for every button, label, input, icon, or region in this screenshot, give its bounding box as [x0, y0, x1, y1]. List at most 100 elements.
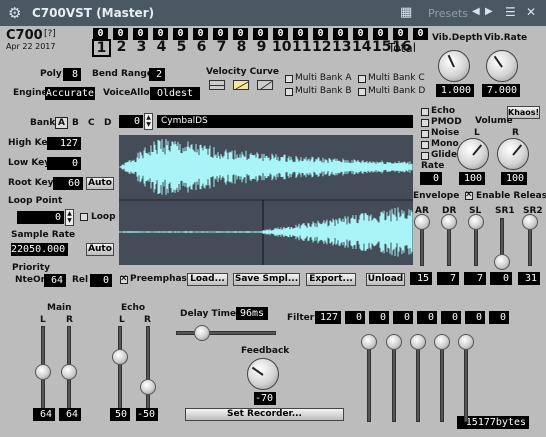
channel-button-12[interactable]: 12 [312, 39, 331, 55]
filter-coef-1-value[interactable]: 127 [315, 311, 341, 324]
sample-rate-auto-button[interactable]: Auto [86, 243, 114, 256]
bank-d-option[interactable]: D [104, 118, 111, 128]
multi-bank-d-checkbox[interactable] [358, 88, 366, 96]
sample-rate-value[interactable]: 22050.000 [11, 243, 69, 256]
filter-coef-6-value[interactable]: 0 [441, 311, 461, 324]
engine-select[interactable]: Accurate [45, 87, 95, 100]
vib-depth-value[interactable]: 1.000 [436, 84, 474, 97]
vib-rate-value[interactable]: 7.000 [482, 84, 520, 97]
channel-button-8[interactable]: 8 [232, 39, 251, 55]
bank-a-option[interactable]: A [55, 117, 68, 129]
menu-icon[interactable]: ☰ [505, 5, 516, 19]
envelope-dr-slider[interactable] [441, 214, 457, 230]
preset-next-icon[interactable]: ▶ [485, 6, 493, 17]
preemphasis-checkbox[interactable] [120, 274, 128, 284]
main-l-value[interactable]: 64 [33, 408, 55, 421]
envelope-sl-slider[interactable] [468, 214, 484, 230]
multi-bank-c-checkbox[interactable] [358, 75, 366, 83]
envelope-sl-value[interactable]: 7 [464, 272, 486, 285]
program-number[interactable]: 0 [119, 115, 143, 128]
echo-r-value[interactable]: -50 [136, 408, 158, 421]
gear-icon[interactable]: ⚙ [8, 4, 21, 22]
filter-coef-3-value[interactable]: 0 [369, 311, 389, 324]
envelope-sr2-value[interactable]: 31 [518, 272, 540, 285]
filter-coef-8-value[interactable]: 0 [489, 311, 509, 324]
filter-coef-6-slider[interactable] [458, 334, 474, 350]
channel-button-14[interactable]: 14 [352, 39, 371, 55]
filter-coef-4-value[interactable]: 0 [393, 311, 413, 324]
channel-button-5[interactable]: 5 [172, 39, 191, 55]
channel-button-4[interactable]: 4 [152, 39, 171, 55]
loop-point-stepper[interactable]: ▲ ▼ [65, 209, 74, 226]
channel-button-7[interactable]: 7 [212, 39, 231, 55]
presets-button[interactable]: Presets [428, 7, 468, 20]
channel-button-6[interactable]: 6 [192, 39, 211, 55]
channel-button-1[interactable]: 1 [92, 39, 111, 57]
volume-l-knob[interactable] [457, 138, 489, 170]
filter-coef-2-value[interactable]: 0 [345, 311, 365, 324]
root-key-auto-button[interactable]: Auto [86, 177, 114, 190]
filter-coef-5-slider[interactable] [434, 334, 450, 350]
feedback-value[interactable]: -70 [254, 392, 276, 405]
channel-button-16[interactable]: 16 [392, 39, 411, 55]
loop-point-value[interactable]: 0 [17, 211, 64, 224]
set-recorder-button[interactable]: Set Recorder... [185, 408, 344, 421]
poly-value[interactable]: 8 [63, 68, 81, 81]
channel-button-3[interactable]: 3 [132, 39, 151, 55]
option-noise-checkbox[interactable] [421, 130, 429, 138]
volume-r-knob[interactable] [497, 138, 529, 170]
channel-button-11[interactable]: 11 [292, 39, 311, 55]
loop-checkbox[interactable] [80, 213, 88, 221]
enable-release-checkbox[interactable] [465, 190, 473, 200]
envelope-dr-value[interactable]: 7 [437, 272, 459, 285]
voice-alloc-select[interactable]: Oldest [150, 87, 200, 100]
high-key-value[interactable]: 127 [47, 137, 81, 150]
load-button[interactable]: Load... [187, 273, 228, 286]
note-on-priority-value[interactable]: 64 [44, 274, 66, 287]
export-button[interactable]: Export... [306, 273, 356, 286]
option-pmod-checkbox[interactable] [421, 119, 429, 127]
main-r-value[interactable]: 64 [59, 408, 81, 421]
echo-l-value[interactable]: 50 [110, 408, 130, 421]
bend-range-value[interactable]: 2 [149, 68, 165, 81]
channel-button-2[interactable]: 2 [112, 39, 131, 55]
volume-r-value[interactable]: 100 [501, 172, 527, 185]
envelope-sr1-slider[interactable] [494, 254, 510, 270]
unload-button[interactable]: Unload [366, 273, 405, 286]
program-stepper[interactable]: ▲ ▼ [144, 113, 153, 130]
filter-coef-7-value[interactable]: 0 [465, 311, 485, 324]
help-link[interactable]: [?] [44, 29, 56, 39]
volume-l-value[interactable]: 100 [459, 172, 485, 185]
close-icon[interactable]: ✕ [526, 5, 536, 19]
save-sample-button[interactable]: Save Smpl... [233, 273, 300, 286]
channel-button-10[interactable]: 10 [272, 39, 291, 55]
main-r-slider[interactable] [61, 364, 77, 380]
main-l-slider[interactable] [35, 364, 51, 380]
bank-b-option[interactable]: B [72, 118, 79, 128]
root-key-value[interactable]: 60 [53, 177, 83, 190]
channel-button-13[interactable]: 13 [332, 39, 351, 55]
keyboard-icon[interactable]: ▦ [400, 5, 412, 20]
feedback-knob[interactable] [247, 358, 279, 390]
delay-time-value[interactable]: 96ms [236, 307, 268, 320]
waveform-display[interactable] [119, 135, 413, 265]
echo-r-slider[interactable] [140, 379, 156, 396]
preset-prev-icon[interactable]: ◀ [472, 6, 480, 17]
multi-bank-a-checkbox[interactable] [285, 75, 293, 83]
filter-coef-2-slider[interactable] [361, 334, 377, 350]
channel-button-9[interactable]: 9 [252, 39, 271, 55]
envelope-sr2-slider[interactable] [522, 214, 538, 230]
echo-l-slider[interactable] [112, 348, 128, 365]
filter-coef-4-slider[interactable] [410, 334, 426, 350]
filter-coef-3-slider[interactable] [386, 334, 402, 350]
filter-coef-5-value[interactable]: 0 [417, 311, 437, 324]
velocity-curve-exp[interactable] [233, 80, 249, 90]
option-glide-checkbox[interactable] [421, 152, 429, 160]
release-priority-value[interactable]: 0 [90, 274, 112, 287]
multi-bank-b-checkbox[interactable] [285, 88, 293, 96]
channel-button-15[interactable]: 15 [372, 39, 391, 55]
bank-c-option[interactable]: C [88, 118, 95, 128]
sample-name[interactable]: CymbalDS [157, 115, 413, 128]
vib-rate-knob[interactable] [486, 50, 518, 82]
velocity-curve-flat[interactable] [209, 80, 225, 90]
